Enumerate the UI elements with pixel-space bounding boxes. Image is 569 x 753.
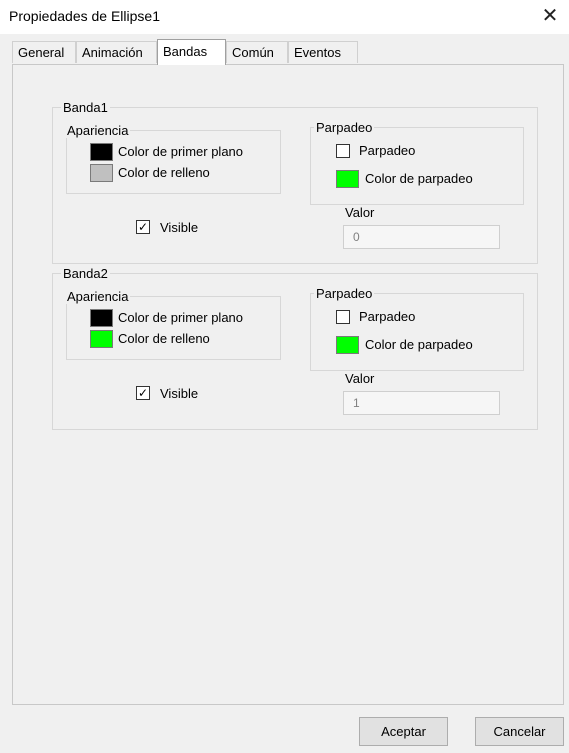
band-2-visible-checkbox[interactable]: ✓ (136, 386, 150, 400)
tab-bandas[interactable]: Bandas (157, 39, 226, 65)
band-2-visible-check-icon: ✓ (137, 386, 149, 400)
band-2-fill-swatch[interactable] (90, 330, 113, 348)
close-icon[interactable]: ✕ (537, 3, 563, 29)
ok-button[interactable]: Aceptar (359, 717, 448, 746)
tab-eventos[interactable]: Eventos (288, 41, 358, 63)
band-2-group: Banda2 Apariencia Color de primer plano … (52, 266, 538, 430)
band-2-blink-title: Parpadeo (314, 286, 375, 301)
band-2-blink-group: Parpadeo Parpadeo Color de parpadeo (310, 286, 524, 371)
band-2-blink-color-swatch[interactable] (336, 336, 359, 354)
band-1-blink-label: Parpadeo (359, 143, 416, 158)
band-1-blink-color-swatch[interactable] (336, 170, 359, 188)
tab-animacion[interactable]: Animación (76, 41, 157, 63)
band-2-value-label: Valor (345, 371, 375, 386)
band-1-fill-swatch[interactable] (90, 164, 113, 182)
band-1-visible-check-icon: ✓ (137, 220, 149, 234)
tab-general[interactable]: General (12, 41, 76, 63)
band-1-blink-checkbox[interactable] (336, 144, 350, 158)
band-1-visible-label: Visible (160, 220, 199, 235)
band-2-visible-label: Visible (160, 386, 199, 401)
band-2-blink-checkbox[interactable] (336, 310, 350, 324)
cancel-button[interactable]: Cancelar (475, 717, 564, 746)
band-1-group: Banda1 Apariencia Color de primer plano … (52, 100, 538, 264)
band-1-blink-color-label: Color de parpadeo (365, 171, 473, 186)
band-2-blink-label: Parpadeo (359, 309, 416, 324)
band-1-value-label: Valor (345, 205, 375, 220)
band-1-foreground-swatch[interactable] (90, 143, 113, 161)
band-2-appearance-group: Apariencia Color de primer plano Color d… (65, 289, 281, 360)
band-2-blink-color-label: Color de parpadeo (365, 337, 473, 352)
window-title: Propiedades de Ellipse1 (9, 8, 160, 24)
band-2-fill-label: Color de relleno (118, 331, 210, 346)
band-2-appearance-title: Apariencia (65, 289, 131, 304)
band-1-title: Banda1 (61, 100, 110, 115)
band-2-title: Banda2 (61, 266, 110, 281)
band-1-appearance-group: Apariencia Color de primer plano Color d… (65, 123, 281, 194)
band-2-foreground-label: Color de primer plano (118, 310, 244, 325)
band-1-visible-checkbox[interactable]: ✓ (136, 220, 150, 234)
tab-panel: Banda1 Apariencia Color de primer plano … (12, 64, 564, 705)
band-1-blink-group: Parpadeo Parpadeo Color de parpadeo (310, 120, 524, 205)
tab-comun[interactable]: Común (226, 41, 288, 63)
band-1-value-field[interactable]: 0 (343, 225, 500, 249)
band-1-appearance-title: Apariencia (65, 123, 131, 138)
title-bar: Propiedades de Ellipse1 ✕ (0, 0, 569, 34)
band-1-blink-title: Parpadeo (314, 120, 375, 135)
band-1-foreground-label: Color de primer plano (118, 144, 244, 159)
band-1-fill-label: Color de relleno (118, 165, 210, 180)
band-2-foreground-swatch[interactable] (90, 309, 113, 327)
band-2-value-field[interactable]: 1 (343, 391, 500, 415)
